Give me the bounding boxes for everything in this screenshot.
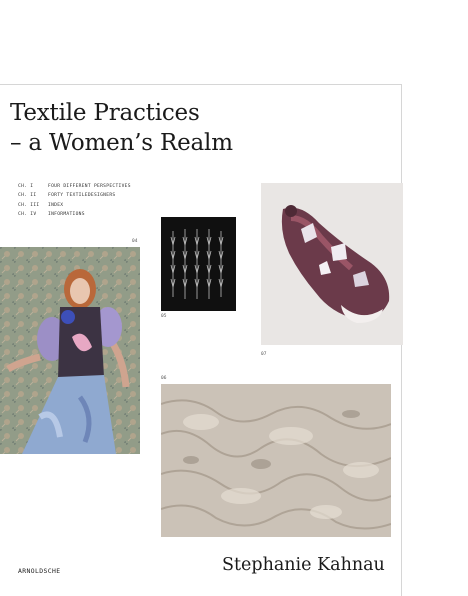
plate-number-04: 04 [132, 239, 138, 244]
author-name: Stephanie Kahnau [222, 555, 385, 575]
toc-chapter-label: INDEX [48, 202, 64, 208]
toc-chapter-label: FOUR DIFFERENT PERSPECTIVES [48, 184, 131, 189]
plate-number-07: 07 [261, 352, 267, 357]
title-line-2: – a Women’s Realm [10, 130, 233, 156]
toc-chapter-number: CH. II [18, 193, 37, 199]
toc-row: CH. III INDEX [18, 201, 131, 210]
toc-row: CH. II FORTY TEXTILEDESIGNERS [18, 191, 131, 200]
publisher-name: ARNOLDSCHE [18, 567, 61, 575]
toc-chapter-label: INFORMATIONS [48, 212, 85, 218]
toc-chapter-number: CH. I [18, 184, 34, 189]
toc-chapter-number: CH. IV [18, 212, 37, 218]
toc-chapter-label: FORTY TEXTILEDESIGNERS [48, 193, 116, 199]
toc-chapter-number: CH. III [18, 202, 40, 208]
pale-textile-photo [161, 384, 391, 537]
portrait-photo [0, 247, 140, 454]
title-line-1: Textile Practices [10, 100, 200, 126]
dark-textile-photo [161, 217, 236, 311]
book-title: Textile Practices – a Women’s Realm [10, 98, 233, 158]
plate-number-06: 06 [161, 376, 167, 381]
crystal-object-photo [261, 183, 403, 345]
plate-number-05: 05 [161, 314, 167, 319]
toc-row: CH. I FOUR DIFFERENT PERSPECTIVES [18, 182, 131, 191]
toc-row: CH. IV INFORMATIONS [18, 210, 131, 219]
table-of-contents: CH. I FOUR DIFFERENT PERSPECTIVES CH. II… [18, 182, 131, 220]
